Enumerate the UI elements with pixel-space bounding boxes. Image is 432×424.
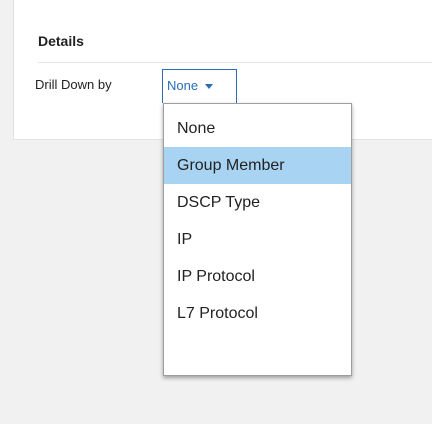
option-l7-protocol[interactable]: L7 Protocol (164, 295, 351, 332)
option-ip[interactable]: IP (164, 221, 351, 258)
drill-down-dropdown-menu: None Group Member DSCP Type IP IP Protoc… (163, 103, 352, 376)
panel-title: Details (38, 33, 84, 49)
option-none[interactable]: None (164, 110, 351, 147)
option-group-member[interactable]: Group Member (164, 147, 351, 184)
drill-down-selected-value: None (167, 78, 199, 93)
option-dscp-type[interactable]: DSCP Type (164, 184, 351, 221)
caret-down-icon (205, 84, 213, 89)
drill-down-label: Drill Down by (35, 77, 112, 92)
divider (38, 62, 432, 63)
option-ip-protocol[interactable]: IP Protocol (164, 258, 351, 295)
drill-down-select[interactable]: None (162, 69, 237, 103)
